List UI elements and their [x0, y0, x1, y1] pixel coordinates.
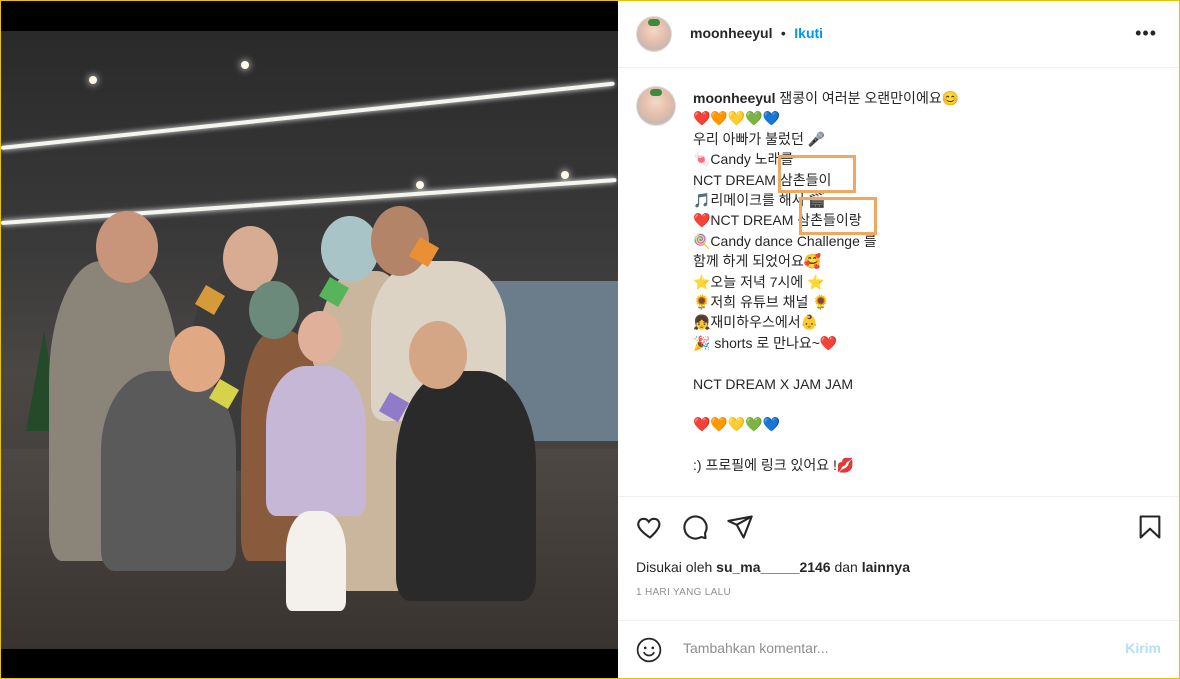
caption-line	[693, 394, 1163, 414]
post-timestamp[interactable]: 1 HARI YANG LALU	[636, 587, 731, 598]
separator-dot: •	[780, 25, 786, 41]
caption-line: 🍭Candy dance Challenge 를	[693, 232, 877, 249]
ceiling-light-strip	[1, 177, 617, 225]
caption-username[interactable]: moonheeyul	[693, 90, 775, 106]
highlight-box	[778, 155, 856, 193]
caption-line: 👧재미하우스에서👶	[693, 314, 819, 331]
likes-conjunction: dan	[834, 559, 858, 575]
child-figure	[266, 366, 366, 516]
comment-icon[interactable]	[681, 513, 709, 541]
person-figure	[396, 371, 536, 601]
caption-line: ❤️🧡💛💚💙	[693, 416, 781, 433]
post-actions: Disukai oleh su_ma_____2146 dan lainnya …	[618, 496, 1179, 621]
spot-light	[416, 181, 424, 189]
post-modal: moonheeyul • Ikuti ••• moonheeyul 잼콩이 여러…	[0, 0, 1180, 679]
spot-light	[241, 61, 249, 69]
spot-light	[89, 76, 97, 84]
person-head	[321, 216, 379, 282]
caption-text: moonheeyul 잼콩이 여러분 오랜만이에요😊 ❤️🧡💛💚💙 우리 아빠가…	[693, 88, 1163, 476]
avatar[interactable]	[636, 86, 676, 126]
caption-line: ❤️🧡💛💚💙	[693, 110, 781, 127]
likes-summary: Disukai oleh su_ma_____2146 dan lainnya	[636, 559, 910, 575]
caption-line: 🎉 shorts 로 만나요~❤️	[693, 334, 838, 351]
likes-others-link[interactable]: lainnya	[862, 559, 910, 575]
child-head	[298, 311, 342, 363]
person-head	[96, 211, 158, 283]
likes-prefix: Disukai oleh	[636, 559, 713, 575]
person-head	[409, 321, 467, 389]
caption-line: ⭐오늘 저녁 7시에 ⭐	[693, 273, 825, 290]
caption-line: 🍬Candy 노래를	[693, 151, 794, 168]
caption-line	[693, 435, 1163, 455]
smiley-icon[interactable]	[636, 637, 662, 663]
bookmark-icon[interactable]	[1136, 513, 1164, 541]
person-head	[249, 281, 299, 339]
highlight-box	[799, 197, 877, 235]
ceiling-light-strip	[1, 81, 615, 150]
spot-light	[561, 171, 569, 179]
caption-line: 🎵리메이크를 해서 🎬	[693, 192, 826, 209]
child-legs	[286, 511, 346, 611]
comment-bar: Kirim	[618, 620, 1179, 678]
post-details-panel: moonheeyul • Ikuti ••• moonheeyul 잼콩이 여러…	[618, 1, 1179, 678]
caption-line: :) 프로필에 링크 있어요 !💋	[693, 457, 855, 474]
caption-line: moonheeyul 잼콩이 여러분 오랜만이에요😊	[693, 88, 1163, 108]
person-head	[169, 326, 225, 392]
post-header: moonheeyul • Ikuti •••	[618, 1, 1179, 68]
caption-line: 함께 하게 되었어요🥰	[693, 253, 822, 270]
heart-icon[interactable]	[636, 513, 664, 541]
avatar[interactable]	[636, 16, 672, 52]
comment-input[interactable]	[681, 639, 1085, 657]
caption-line	[693, 353, 1163, 373]
post-comment-button[interactable]: Kirim	[1125, 640, 1161, 656]
caption-line: NCT DREAM 삼촌들이	[693, 170, 1163, 190]
post-media[interactable]	[1, 1, 618, 678]
caption-line: 우리 아빠가 불렀던 🎤	[693, 130, 826, 147]
username-link[interactable]: moonheeyul	[690, 25, 772, 41]
header-user-line: moonheeyul • Ikuti	[690, 25, 823, 43]
share-icon[interactable]	[726, 513, 754, 541]
group-photo	[1, 31, 618, 649]
liker-username-link[interactable]: su_ma_____2146	[716, 559, 830, 575]
caption-line: NCT DREAM X JAM JAM	[693, 375, 853, 392]
more-options-icon[interactable]: •••	[1135, 23, 1157, 44]
caption-area[interactable]: moonheeyul 잼콩이 여러분 오랜만이에요😊 ❤️🧡💛💚💙 우리 아빠가…	[618, 68, 1179, 496]
follow-button[interactable]: Ikuti	[794, 25, 823, 41]
caption-line: 🌻저희 유튜브 채널 🌻	[693, 294, 830, 311]
caption-line: ❤️NCT DREAM 삼촌들이랑	[693, 210, 1163, 230]
caption-line-text: 잼콩이 여러분 오랜만이에요😊	[779, 90, 960, 106]
